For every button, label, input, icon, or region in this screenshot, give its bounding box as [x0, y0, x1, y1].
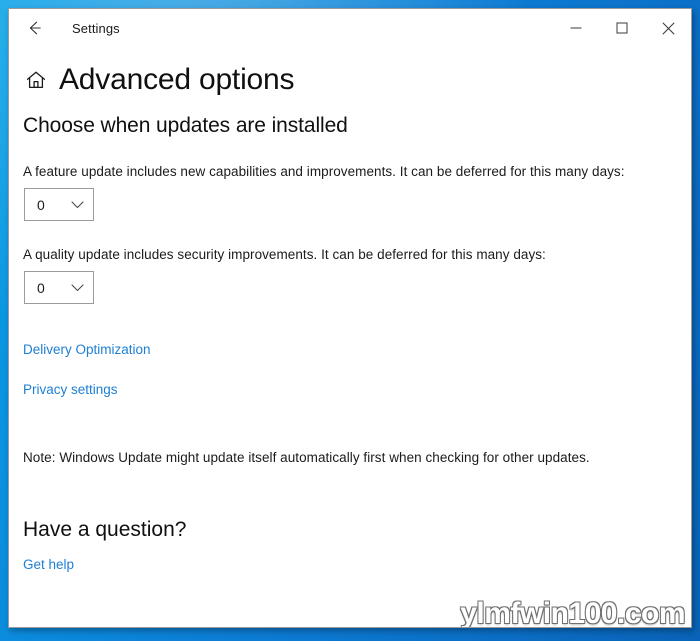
close-icon — [661, 21, 675, 35]
get-help-row: Get help — [9, 556, 691, 574]
link-privacy-settings[interactable]: Privacy settings — [23, 382, 118, 397]
privacy-settings-row: Privacy settings — [9, 381, 691, 399]
link-get-help[interactable]: Get help — [23, 557, 74, 572]
minimize-icon — [570, 22, 582, 34]
quality-update-description: A quality update includes security impro… — [23, 247, 546, 262]
have-a-question-title: Have a question? — [23, 518, 187, 541]
page-header: Advanced options — [23, 65, 691, 95]
delivery-optimization-row: Delivery Optimization — [9, 341, 691, 359]
back-button[interactable] — [13, 12, 55, 44]
update-note: Note: Windows Update might update itself… — [23, 450, 590, 465]
chevron-down-icon — [71, 283, 84, 292]
page-content: Advanced options Choose when updates are… — [9, 65, 691, 627]
quality-update-defer-value: 0 — [37, 279, 45, 296]
chevron-down-icon — [71, 200, 84, 209]
quality-update-defer-dropdown[interactable]: 0 — [24, 271, 94, 304]
feature-update-defer-dropdown[interactable]: 0 — [24, 188, 94, 221]
window-controls — [553, 9, 691, 47]
page-title: Advanced options — [59, 63, 295, 96]
minimize-button[interactable] — [553, 9, 599, 47]
window-title: Settings — [72, 20, 120, 36]
home-icon[interactable] — [23, 67, 49, 93]
back-arrow-icon — [24, 18, 44, 38]
feature-update-defer-value: 0 — [37, 196, 45, 213]
settings-window: Settings Advanced options Choose when up… — [8, 8, 692, 628]
maximize-button[interactable] — [599, 9, 645, 47]
feature-update-description: A feature update includes new capabiliti… — [23, 164, 625, 179]
section-title: Choose when updates are installed — [23, 114, 348, 137]
title-bar: Settings — [9, 9, 691, 47]
maximize-icon — [616, 22, 628, 34]
close-button[interactable] — [645, 9, 691, 47]
link-delivery-optimization[interactable]: Delivery Optimization — [23, 342, 151, 357]
